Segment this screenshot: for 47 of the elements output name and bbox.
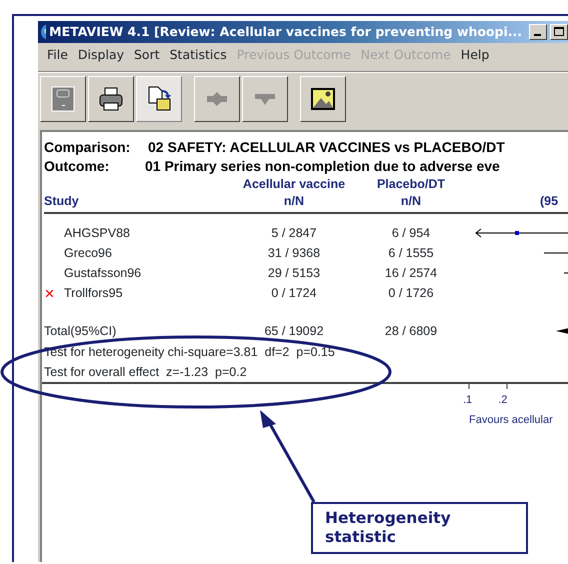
minimize-button[interactable]: [529, 24, 547, 40]
table-cell-text: 6 / 1555: [387, 244, 435, 262]
outcome-title: 01 Primary series non-completion due to adverse eve: [145, 158, 500, 174]
column-header: n/N: [400, 193, 422, 210]
menu-item[interactable]: Display: [72, 46, 129, 64]
menu-item[interactable]: Statistics: [164, 46, 232, 64]
pooled-diamond: [556, 326, 568, 336]
column-header: n/N: [282, 193, 306, 210]
column-header: (95: [539, 193, 560, 210]
column-header: Study: [44, 193, 80, 210]
menu-item[interactable]: Sort: [129, 46, 165, 64]
table-cell-text: 5 / 2847: [270, 224, 318, 242]
toolbar-button[interactable]: [300, 76, 346, 122]
tick-label: .1: [463, 393, 472, 408]
callout-label: Heterogeneity statistic: [311, 502, 528, 554]
table-cell-text: 28 / 6809: [384, 322, 438, 340]
table-cell-text: 16 / 2574: [384, 264, 438, 282]
table-cell-text: 6 / 954: [390, 224, 432, 242]
printer-icon: [97, 85, 125, 113]
outcome-label: Outcome:: [44, 157, 110, 176]
toolbar-button[interactable]: [88, 76, 134, 122]
globe-icon: [40, 23, 46, 41]
table-cell-text: 65 / 19092: [263, 322, 325, 340]
menu-item[interactable]: Help: [456, 46, 494, 64]
total-label: Total(95%CI): [44, 322, 118, 340]
study-name: AHGSPV88: [64, 224, 132, 242]
table-cell-text: 29 / 5153: [266, 264, 322, 282]
table-cell-text: 31 / 9368: [266, 244, 322, 262]
column-header: Acellular vaccine: [242, 176, 346, 193]
axis-label: Favours acellular: [469, 412, 554, 428]
table-cell-text: 0 / 1726: [387, 284, 435, 302]
point-estimate: [515, 231, 519, 235]
table-cell-text: 0 / 1724: [270, 284, 318, 302]
toolbar-button[interactable]: [40, 76, 86, 122]
toolbar-button[interactable]: [136, 76, 182, 122]
menu-item[interactable]: File: [42, 46, 73, 64]
test-result: Test for overall effect z=-1.23 p=0.2: [44, 364, 248, 381]
picture-icon: [309, 85, 337, 113]
comparison-title: 02 SAFETY: ACELLULAR VACCINES vs PLACEBO/DT: [148, 139, 505, 155]
column-header: Placebo/DT: [376, 176, 446, 193]
window-title: METAVIEW 4.1 [Review: Acellular vaccines for preventing whoopi...: [49, 22, 522, 41]
comparison-label: Comparison:: [44, 138, 132, 157]
study-name: Trollfors95: [64, 284, 124, 302]
tick-label: .2: [498, 393, 508, 408]
maximize-button[interactable]: [550, 24, 568, 40]
study-name: Gustafsson96: [64, 264, 142, 282]
study-name: Greco96: [64, 244, 113, 262]
